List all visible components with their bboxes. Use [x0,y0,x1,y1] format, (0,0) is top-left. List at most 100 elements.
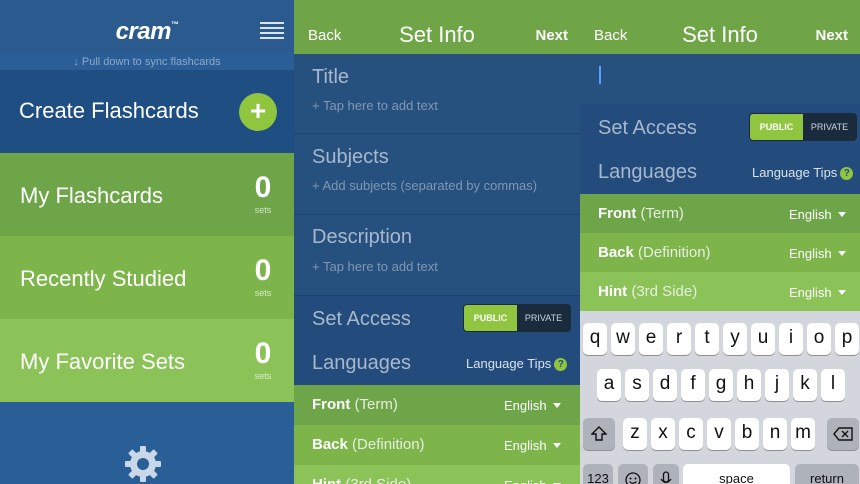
key-u[interactable]: u [751,323,775,355]
plus-icon[interactable]: + [239,93,277,131]
key-t[interactable]: t [695,323,719,355]
key-h[interactable]: h [737,369,761,401]
side-name: Back (Definition) [312,436,425,453]
key-v[interactable]: v [707,418,731,450]
description-input[interactable] [580,54,860,104]
set-access-label: Set Access [312,308,411,330]
chevron-down-icon [837,212,846,217]
set-info-header: Back Set Info Next [580,0,860,54]
key-l[interactable]: l [821,369,845,401]
key-j[interactable]: j [765,369,789,401]
next-button[interactable]: Next [815,27,848,44]
return-key[interactable]: return [795,464,859,484]
set-count-unit: sets [254,371,272,381]
key-q[interactable]: q [583,323,607,355]
key-f[interactable]: f [681,369,705,401]
title-field[interactable]: Title + Tap here to add text [294,54,580,134]
space-key[interactable]: space [683,464,790,484]
key-z[interactable]: z [623,418,647,450]
my-favorite-sets-row[interactable]: My Favorite Sets 0 sets [0,319,294,402]
set-count: 0 [254,337,272,370]
languages-label: Languages [598,161,697,183]
set-count-unit: sets [254,288,272,298]
key-n[interactable]: n [763,418,787,450]
language-select[interactable]: English [789,207,846,222]
side-name: Front (Term) [598,205,684,222]
my-flashcards-row[interactable]: My Flashcards 0 sets [0,153,294,236]
set-count: 0 [254,254,272,287]
key-d[interactable]: d [653,369,677,401]
set-info-keyboard-screen: Back Set Info Next Set Access PUBLIC PRI… [580,0,860,484]
side-name: Hint (3rd Side) [598,283,698,300]
language-select[interactable]: English [504,398,561,413]
key-a[interactable]: a [597,369,621,401]
language-select[interactable]: English [789,285,846,300]
key-c[interactable]: c [679,418,703,450]
hamburger-menu-icon[interactable] [260,22,284,40]
public-option[interactable]: PUBLIC [750,114,803,140]
home-screen: cram™ ↓ Pull down to sync flashcards Cre… [0,0,294,484]
set-access-row: Set Access PUBLIC PRIVATE [580,104,860,150]
language-select[interactable]: English [504,478,561,484]
access-toggle[interactable]: PUBLIC PRIVATE [463,304,571,332]
public-option[interactable]: PUBLIC [464,305,517,331]
set-info-screen: Back Set Info Next Title + Tap here to a… [294,0,580,484]
description-label: Description [312,226,413,248]
languages-row: Languages Language Tips? [580,150,860,194]
title-label: Title [312,66,350,88]
language-select[interactable]: English [789,246,846,261]
key-o[interactable]: o [807,323,831,355]
private-option[interactable]: PRIVATE [803,114,856,140]
front-term-row[interactable]: Front (Term) English [580,194,860,234]
languages-label: Languages [312,352,411,374]
front-term-row[interactable]: Front (Term) English [294,385,580,425]
key-k[interactable]: k [793,369,817,401]
gear-icon[interactable] [123,444,163,484]
language-tips-link[interactable]: Language Tips? [466,356,568,371]
key-x[interactable]: x [651,418,675,450]
chevron-down-icon [552,403,561,408]
language-select[interactable]: English [504,438,561,453]
key-s[interactable]: s [625,369,649,401]
recently-studied-row[interactable]: Recently Studied 0 sets [0,236,294,319]
key-w[interactable]: w [611,323,635,355]
key-g[interactable]: g [709,369,733,401]
microphone-key-icon[interactable] [653,464,679,484]
menu-item-label: My Favorite Sets [20,349,186,374]
pull-to-sync-hint: ↓ Pull down to sync flashcards [73,56,221,68]
emoji-key-icon[interactable] [618,464,648,484]
next-button[interactable]: Next [535,27,568,44]
set-access-label: Set Access [598,117,697,139]
access-toggle[interactable]: PUBLIC PRIVATE [749,113,857,141]
key-y[interactable]: y [723,323,747,355]
backspace-key-icon[interactable] [827,418,859,450]
home-header: cram™ [0,0,294,53]
hint-third-side-row[interactable]: Hint (3rd Side) English [294,465,580,484]
set-access-row: Set Access PUBLIC PRIVATE [294,296,580,340]
side-name: Front (Term) [312,396,398,413]
side-name: Hint (3rd Side) [312,476,411,484]
chevron-down-icon [837,251,846,256]
key-r[interactable]: r [667,323,691,355]
set-count-unit: sets [254,205,272,215]
key-e[interactable]: e [639,323,663,355]
side-name: Back (Definition) [598,244,711,261]
back-definition-row[interactable]: Back (Definition) English [580,233,860,273]
set-count: 0 [254,171,272,204]
private-option[interactable]: PRIVATE [517,305,570,331]
back-definition-row[interactable]: Back (Definition) English [294,425,580,465]
key-m[interactable]: m [791,418,815,450]
hint-third-side-row[interactable]: Hint (3rd Side) English [580,272,860,312]
menu-item-label: Recently Studied [20,266,187,291]
description-hint: + Tap here to add text [312,259,438,274]
set-info-header: Back Set Info Next [294,0,580,54]
subjects-field[interactable]: Subjects + Add subjects (separated by co… [294,134,580,215]
key-p[interactable]: p [835,323,859,355]
shift-key-icon[interactable] [583,418,615,450]
description-field[interactable]: Description + Tap here to add text [294,215,580,296]
language-tips-link[interactable]: Language Tips? [752,165,854,180]
key-b[interactable]: b [735,418,759,450]
key-i[interactable]: i [779,323,803,355]
subjects-hint: + Add subjects (separated by commas) [312,178,538,193]
numbers-key[interactable]: 123 [583,464,613,484]
